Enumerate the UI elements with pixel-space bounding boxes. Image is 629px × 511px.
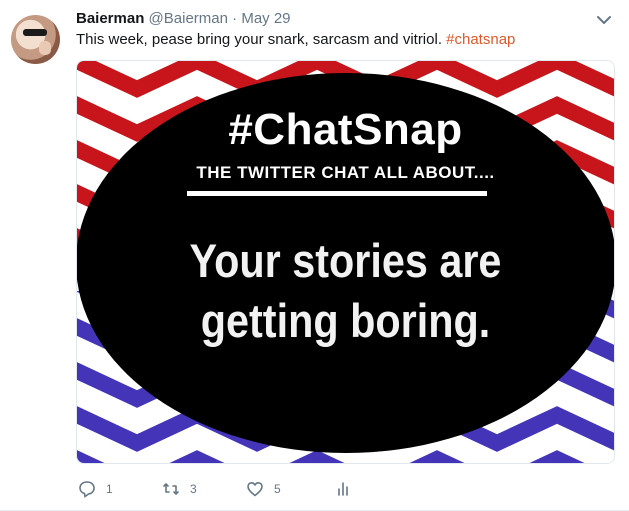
avatar-hand <box>39 41 51 55</box>
like-button[interactable]: 5 <box>246 480 281 498</box>
chevron-down-icon[interactable] <box>594 10 614 30</box>
hashtag-link[interactable]: #chatsnap <box>446 31 515 48</box>
header-separator: · <box>232 10 238 27</box>
retweet-count: 3 <box>190 482 197 496</box>
image-title: #ChatSnap <box>228 105 463 154</box>
avatar-sunglasses <box>23 29 47 36</box>
image-headline-line1: Your stories are <box>189 234 502 287</box>
tweet-date[interactable]: May 29 <box>241 10 290 27</box>
tweet[interactable]: Baierman @Baierman · May 29 This week, p… <box>0 0 629 511</box>
reply-icon <box>79 481 95 498</box>
like-icon <box>247 482 263 497</box>
reply-button[interactable]: 1 <box>78 480 113 498</box>
image-headline-line2: getting boring. <box>200 294 491 347</box>
author-handle[interactable]: @Baierman <box>149 10 228 27</box>
tweet-header: Baierman @Baierman · May 29 <box>76 10 291 27</box>
image-subtitle: THE TWITTER CHAT ALL ABOUT.... <box>196 163 495 182</box>
like-count: 5 <box>274 482 281 496</box>
image-divider <box>187 191 487 196</box>
tweet-image[interactable]: #ChatSnap THE TWITTER CHAT ALL ABOUT....… <box>76 60 615 464</box>
analytics-icon <box>338 482 348 496</box>
tweet-text: This week, pease bring your snark, sarca… <box>76 31 515 48</box>
retweet-icon <box>163 483 179 495</box>
tweet-actions: 1 3 5 <box>76 480 476 500</box>
tweet-body: This week, pease bring your snark, sarca… <box>76 31 442 48</box>
reply-count: 1 <box>106 482 113 496</box>
analytics-button[interactable] <box>334 480 352 498</box>
avatar[interactable] <box>11 15 60 64</box>
author-name[interactable]: Baierman <box>76 10 144 27</box>
retweet-button[interactable]: 3 <box>162 480 197 498</box>
